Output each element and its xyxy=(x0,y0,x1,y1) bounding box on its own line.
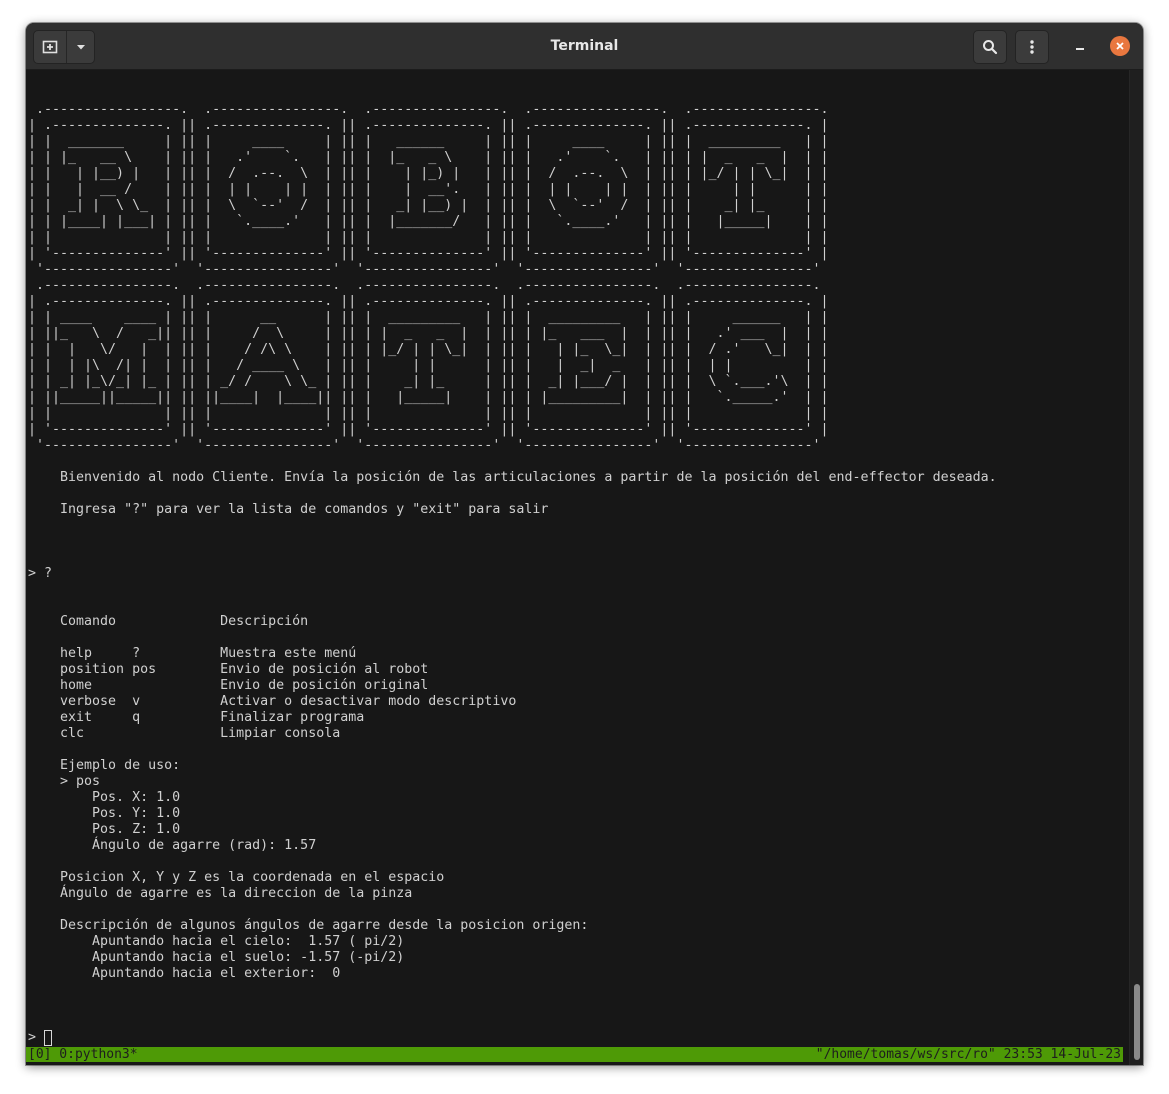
minimize-button[interactable] xyxy=(1070,36,1090,56)
tmux-status-right: "/home/tomas/ws/src/ro" 23:53 14-Jul-23 xyxy=(815,1047,1121,1062)
close-icon xyxy=(1116,42,1124,50)
prompt-symbol: > xyxy=(28,1030,45,1045)
terminal-output: .-----------------. .----------------. .… xyxy=(28,102,997,981)
close-button[interactable] xyxy=(1110,36,1130,56)
command-prompt-line[interactable]: > xyxy=(28,1030,53,1046)
scrollbar-thumb[interactable] xyxy=(1134,984,1140,1060)
terminal-window: Terminal .-----------------. .----------… xyxy=(26,23,1143,1065)
main-menu-button[interactable] xyxy=(1015,30,1049,64)
tmux-window-list[interactable]: [0] 0:python3* xyxy=(28,1047,138,1062)
search-button[interactable] xyxy=(973,30,1007,64)
minimize-icon xyxy=(1076,48,1084,50)
title-bar[interactable]: Terminal xyxy=(26,23,1143,70)
scrollbar[interactable] xyxy=(1129,70,1143,1065)
kebab-menu-icon xyxy=(1030,40,1034,54)
search-icon xyxy=(983,40,998,55)
terminal-area[interactable]: .-----------------. .----------------. .… xyxy=(26,70,1129,1065)
tmux-status-bar: [0] 0:python3* "/home/tomas/ws/src/ro" 2… xyxy=(26,1047,1123,1062)
text-cursor xyxy=(44,1030,53,1046)
